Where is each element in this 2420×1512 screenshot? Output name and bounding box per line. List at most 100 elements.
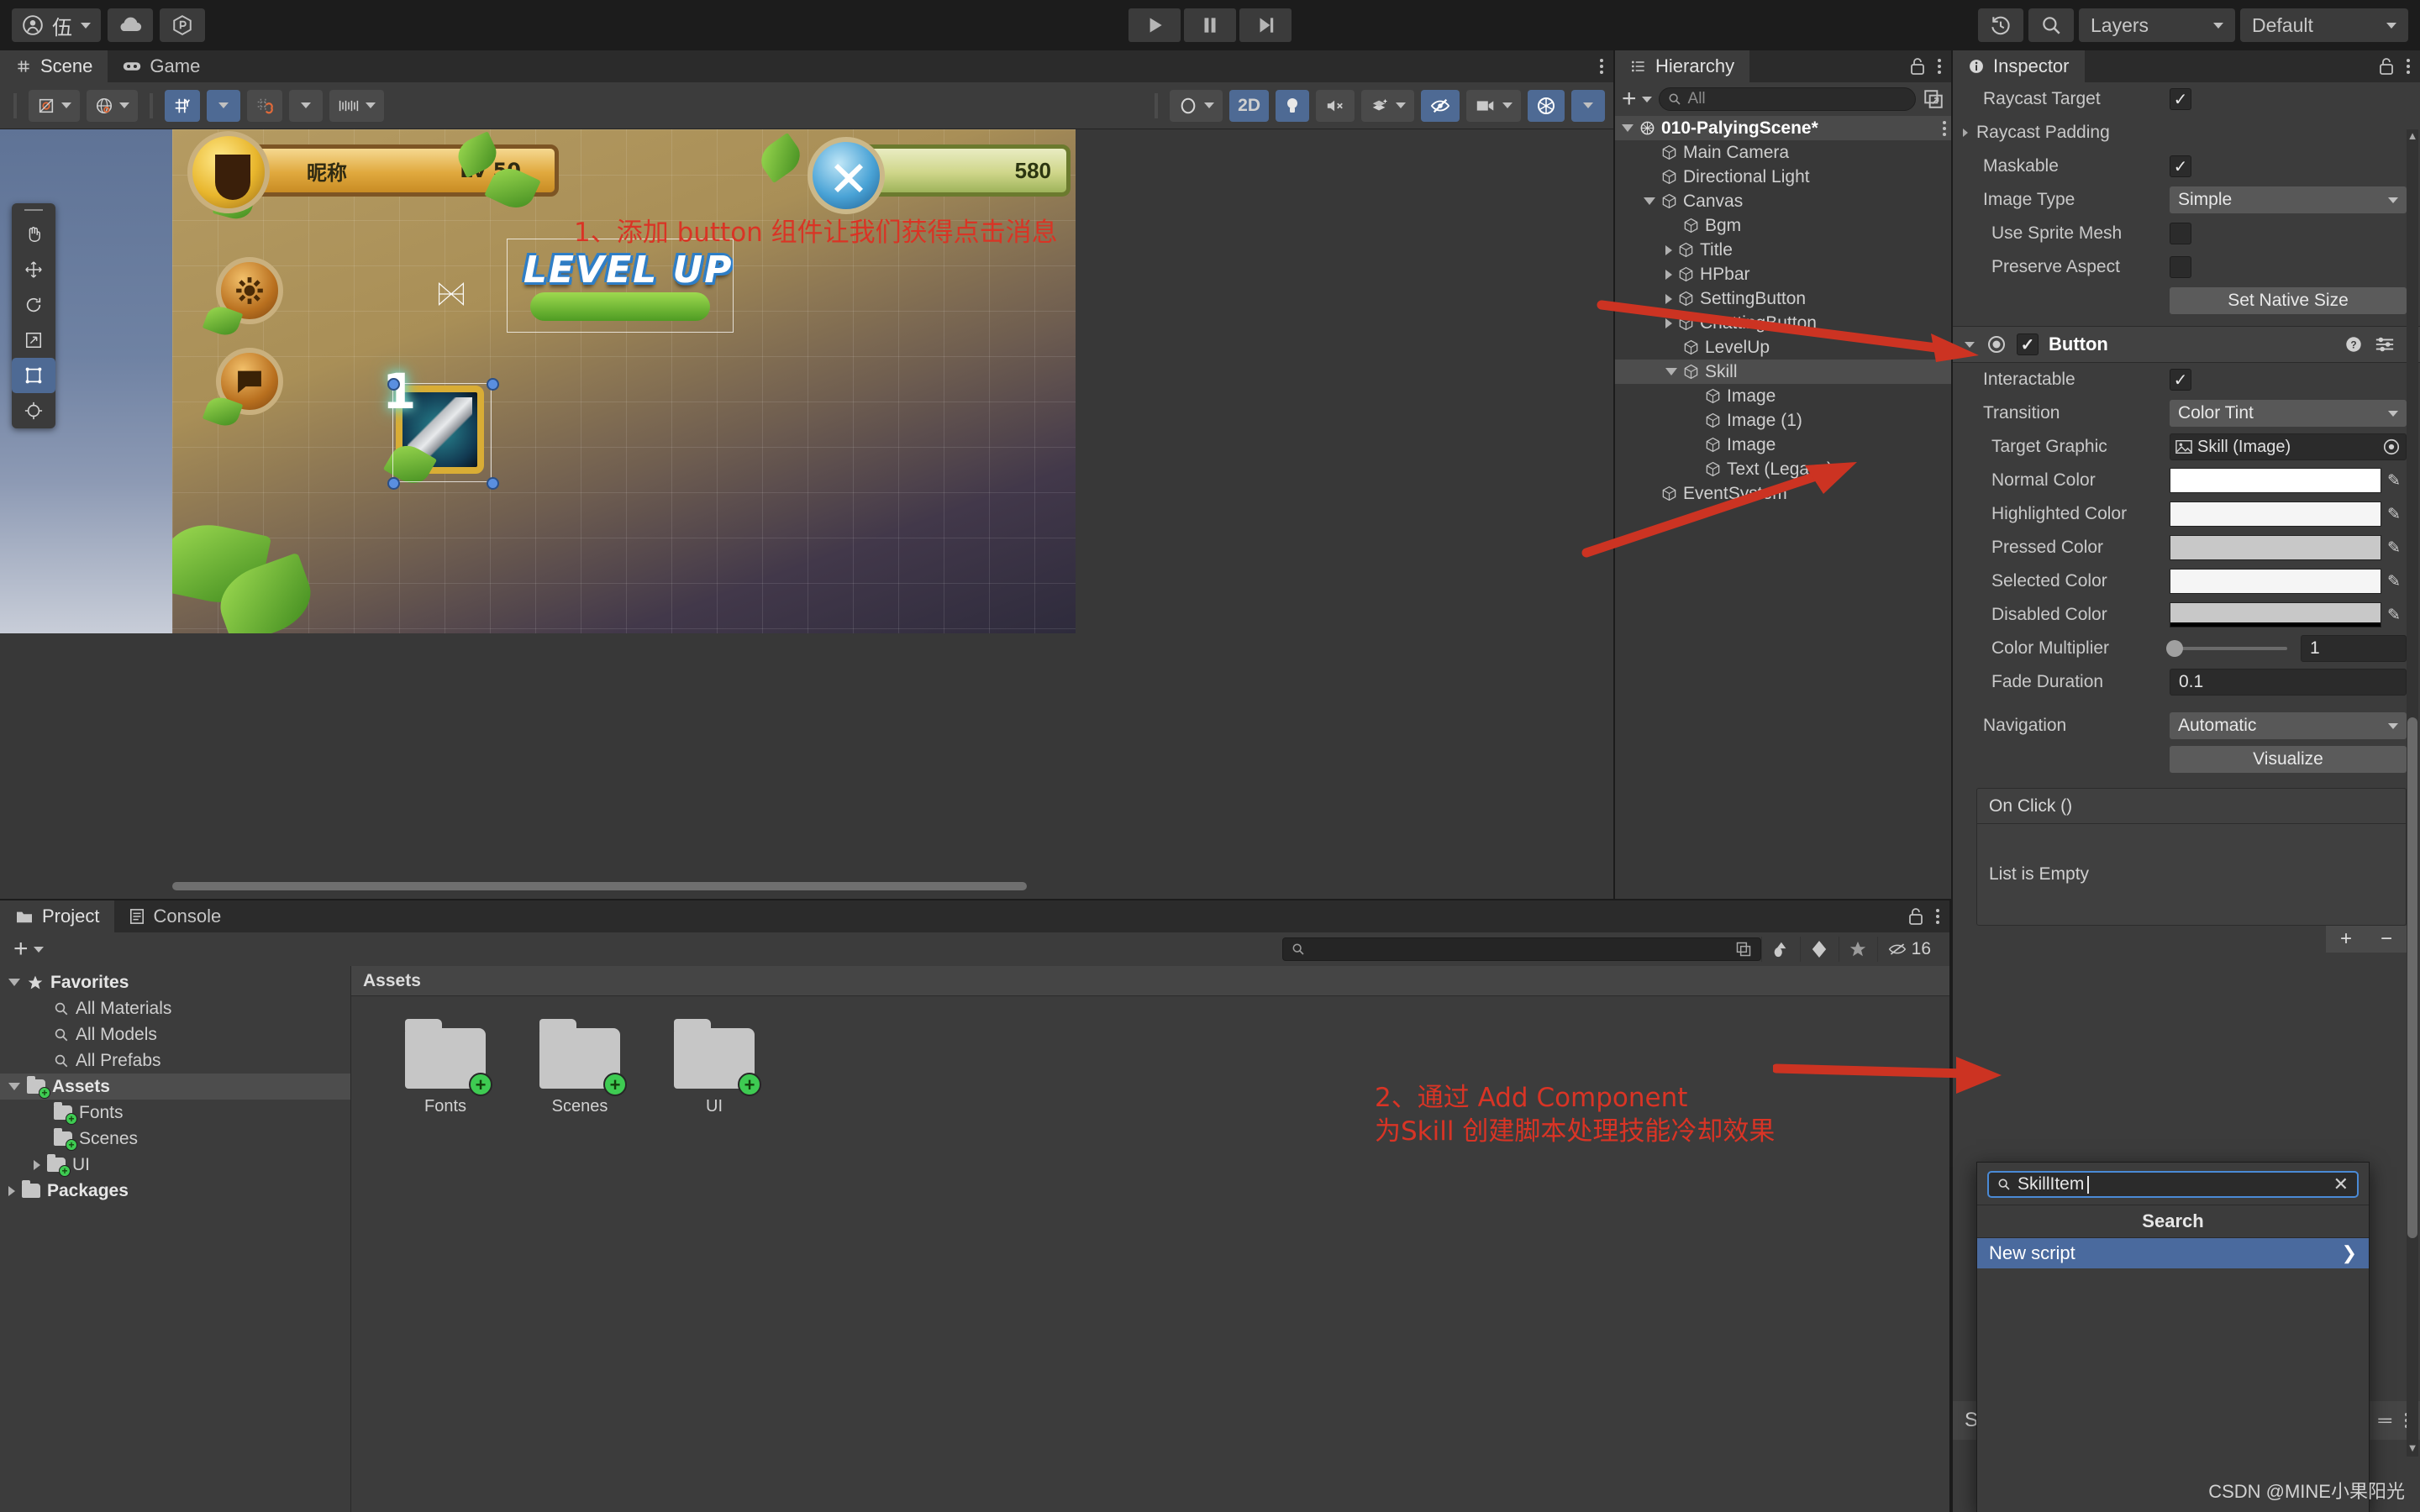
- lighting-toggle[interactable]: [1276, 89, 1309, 122]
- eyedropper-icon[interactable]: ✎: [2381, 471, 2407, 491]
- project-menu-button[interactable]: [1936, 909, 1939, 924]
- hierarchy-search-input[interactable]: All: [1658, 87, 1916, 111]
- hidden-assets-count[interactable]: 16: [1876, 937, 1941, 962]
- prop-transition[interactable]: Transition Color Tint: [1953, 396, 2420, 430]
- prop-maskable[interactable]: Maskable ✓: [1953, 150, 2420, 183]
- grid-visibility-toggle[interactable]: [165, 89, 200, 122]
- prop-image-type[interactable]: Image Type Simple: [1953, 183, 2420, 217]
- project-tree-item-all-prefabs[interactable]: All Prefabs: [0, 1047, 350, 1074]
- scene-game-viewport[interactable]: 昵称 Lv 50 580 LEVEL UP 1 1、添加 button 组件让我…: [172, 129, 1076, 633]
- hierarchy-item-010-palyingscene[interactable]: 010-PalyingScene*: [1615, 116, 1951, 140]
- hierarchy-search-mode-button[interactable]: [1923, 88, 1944, 110]
- prop-preserve-aspect[interactable]: Preserve Aspect: [1953, 250, 2420, 284]
- pivot-center-toggle[interactable]: [29, 89, 80, 122]
- prop-color-multiplier[interactable]: Color Multiplier 1: [1953, 632, 2420, 665]
- audio-toggle[interactable]: [1316, 89, 1355, 122]
- tab-scene[interactable]: Scene: [0, 50, 108, 82]
- undo-history-button[interactable]: [1978, 8, 2023, 42]
- prop-selected-color[interactable]: Selected Color ✎: [1953, 564, 2420, 598]
- grid-snapping-toggle[interactable]: [247, 89, 282, 122]
- highlighted-color-swatch[interactable]: [2170, 501, 2381, 527]
- button-enabled-checkbox[interactable]: ✓: [2017, 333, 2039, 355]
- fade-duration-field[interactable]: 0.1: [2170, 669, 2407, 696]
- project-tree-item-all-models[interactable]: All Models: [0, 1021, 350, 1047]
- eyedropper-icon[interactable]: ✎: [2381, 538, 2407, 558]
- project-tree-item-ui[interactable]: + UI: [0, 1152, 350, 1178]
- scene-context-menu[interactable]: [1943, 120, 1946, 136]
- maskable-checkbox[interactable]: ✓: [2170, 155, 2191, 177]
- project-asset-browser[interactable]: Assets + Fonts + Scenes + UI 2、通过 Add Compone…: [351, 966, 1949, 1512]
- eyedropper-icon[interactable]: ✎: [2381, 505, 2407, 524]
- prop-use-sprite-mesh[interactable]: Use Sprite Mesh: [1953, 217, 2420, 250]
- draw-mode-dropdown[interactable]: [1170, 89, 1223, 122]
- close-icon[interactable]: ✕: [2333, 1173, 2349, 1195]
- disabled-color-swatch[interactable]: [2170, 602, 2381, 627]
- search-button[interactable]: [2028, 8, 2074, 42]
- rotate-tool[interactable]: [12, 287, 55, 323]
- hand-tool[interactable]: [12, 217, 55, 252]
- scene-menu-button[interactable]: [1600, 59, 1603, 74]
- effects-dropdown[interactable]: [1361, 89, 1414, 122]
- chevron-right-icon[interactable]: [8, 1185, 15, 1196]
- inspector-scrollbar[interactable]: ▲ ▼: [2407, 129, 2418, 1457]
- scene-horizontal-scrollbar[interactable]: [172, 882, 1071, 890]
- scroll-up-arrow-icon[interactable]: ▲: [2407, 129, 2418, 144]
- lock-icon[interactable]: [1907, 907, 1924, 926]
- preserve-aspect-checkbox[interactable]: [2170, 256, 2191, 278]
- account-button[interactable]: 伍: [12, 8, 101, 42]
- prop-raycast-target[interactable]: Raycast Target ✓: [1953, 82, 2420, 116]
- unity-services-button[interactable]: [160, 8, 205, 42]
- use-sprite-mesh-checkbox[interactable]: [2170, 223, 2191, 244]
- scroll-down-arrow-icon[interactable]: ▼: [2407, 1441, 2418, 1457]
- add-component-search-input[interactable]: SkillItem ✕: [1987, 1171, 2359, 1198]
- transform-tool[interactable]: [12, 393, 55, 428]
- prop-pressed-color[interactable]: Pressed Color ✎: [1953, 531, 2420, 564]
- hierarchy-item-main-camera[interactable]: Main Camera: [1615, 140, 1951, 165]
- selected-color-swatch[interactable]: [2170, 569, 2381, 594]
- play-button[interactable]: [1128, 8, 1181, 42]
- scrollbar-thumb[interactable]: [2407, 717, 2417, 1238]
- tab-project[interactable]: Project: [0, 900, 115, 932]
- tab-game[interactable]: Game: [108, 50, 216, 82]
- create-gameobject-button[interactable]: +: [1622, 87, 1652, 112]
- transition-dropdown[interactable]: Color Tint: [2170, 400, 2407, 427]
- prop-fade-duration[interactable]: Fade Duration 0.1: [1953, 665, 2420, 699]
- hierarchy-item-image-1[interactable]: Image (1): [1615, 408, 1951, 433]
- project-tree-item-assets[interactable]: + Assets: [0, 1074, 350, 1100]
- label-filter-button[interactable]: [1799, 937, 1839, 962]
- chevron-down-icon[interactable]: [1622, 124, 1634, 132]
- hierarchy-item-title[interactable]: Title: [1615, 238, 1951, 262]
- selection-handle[interactable]: [487, 477, 499, 490]
- prop-disabled-color[interactable]: Disabled Color ✎: [1953, 598, 2420, 632]
- hierarchy-item-bgm[interactable]: Bgm: [1615, 213, 1951, 238]
- collapse-icon[interactable]: ═: [2378, 1410, 2391, 1431]
- type-filter-button[interactable]: [1760, 937, 1800, 962]
- visualize-button[interactable]: Visualize: [2170, 746, 2407, 773]
- prop-target-graphic[interactable]: Target Graphic Skill (Image): [1953, 430, 2420, 464]
- scene-view-canvas[interactable]: 昵称 Lv 50 580 LEVEL UP 1 1、添加 button 组件让我…: [0, 129, 1613, 897]
- remove-event-button[interactable]: −: [2366, 926, 2407, 953]
- normal-color-swatch[interactable]: [2170, 468, 2381, 493]
- hidden-objects-toggle[interactable]: [1421, 89, 1460, 122]
- hierarchy-item-hpbar[interactable]: HPbar: [1615, 262, 1951, 286]
- asset-item-ui[interactable]: + UI: [669, 1019, 761, 1116]
- foldout-arrow-icon[interactable]: [1960, 127, 1971, 139]
- project-tree-item-all-materials[interactable]: All Materials: [0, 995, 350, 1021]
- chevron-down-icon[interactable]: [8, 979, 20, 986]
- create-asset-button[interactable]: +: [8, 937, 44, 962]
- step-button[interactable]: [1239, 8, 1292, 42]
- selection-handle[interactable]: [487, 378, 499, 391]
- grid-snapping-dropdown[interactable]: [289, 89, 323, 122]
- snap-increment-button[interactable]: [329, 89, 384, 122]
- chevron-right-icon[interactable]: [1665, 244, 1672, 255]
- preset-icon[interactable]: [2375, 335, 2395, 354]
- lock-icon[interactable]: [2378, 57, 2395, 76]
- project-tree-item-fonts[interactable]: + Fonts: [0, 1100, 350, 1126]
- camera-settings-button[interactable]: [1466, 89, 1521, 122]
- layout-dropdown[interactable]: Default: [2240, 8, 2408, 42]
- scale-tool[interactable]: [12, 323, 55, 358]
- open-search-window-icon[interactable]: [1735, 941, 1752, 958]
- image-type-dropdown[interactable]: Simple: [2170, 186, 2407, 213]
- add-component-item-new-script[interactable]: New script ❯: [1977, 1238, 2369, 1268]
- selection-handle[interactable]: [387, 378, 400, 391]
